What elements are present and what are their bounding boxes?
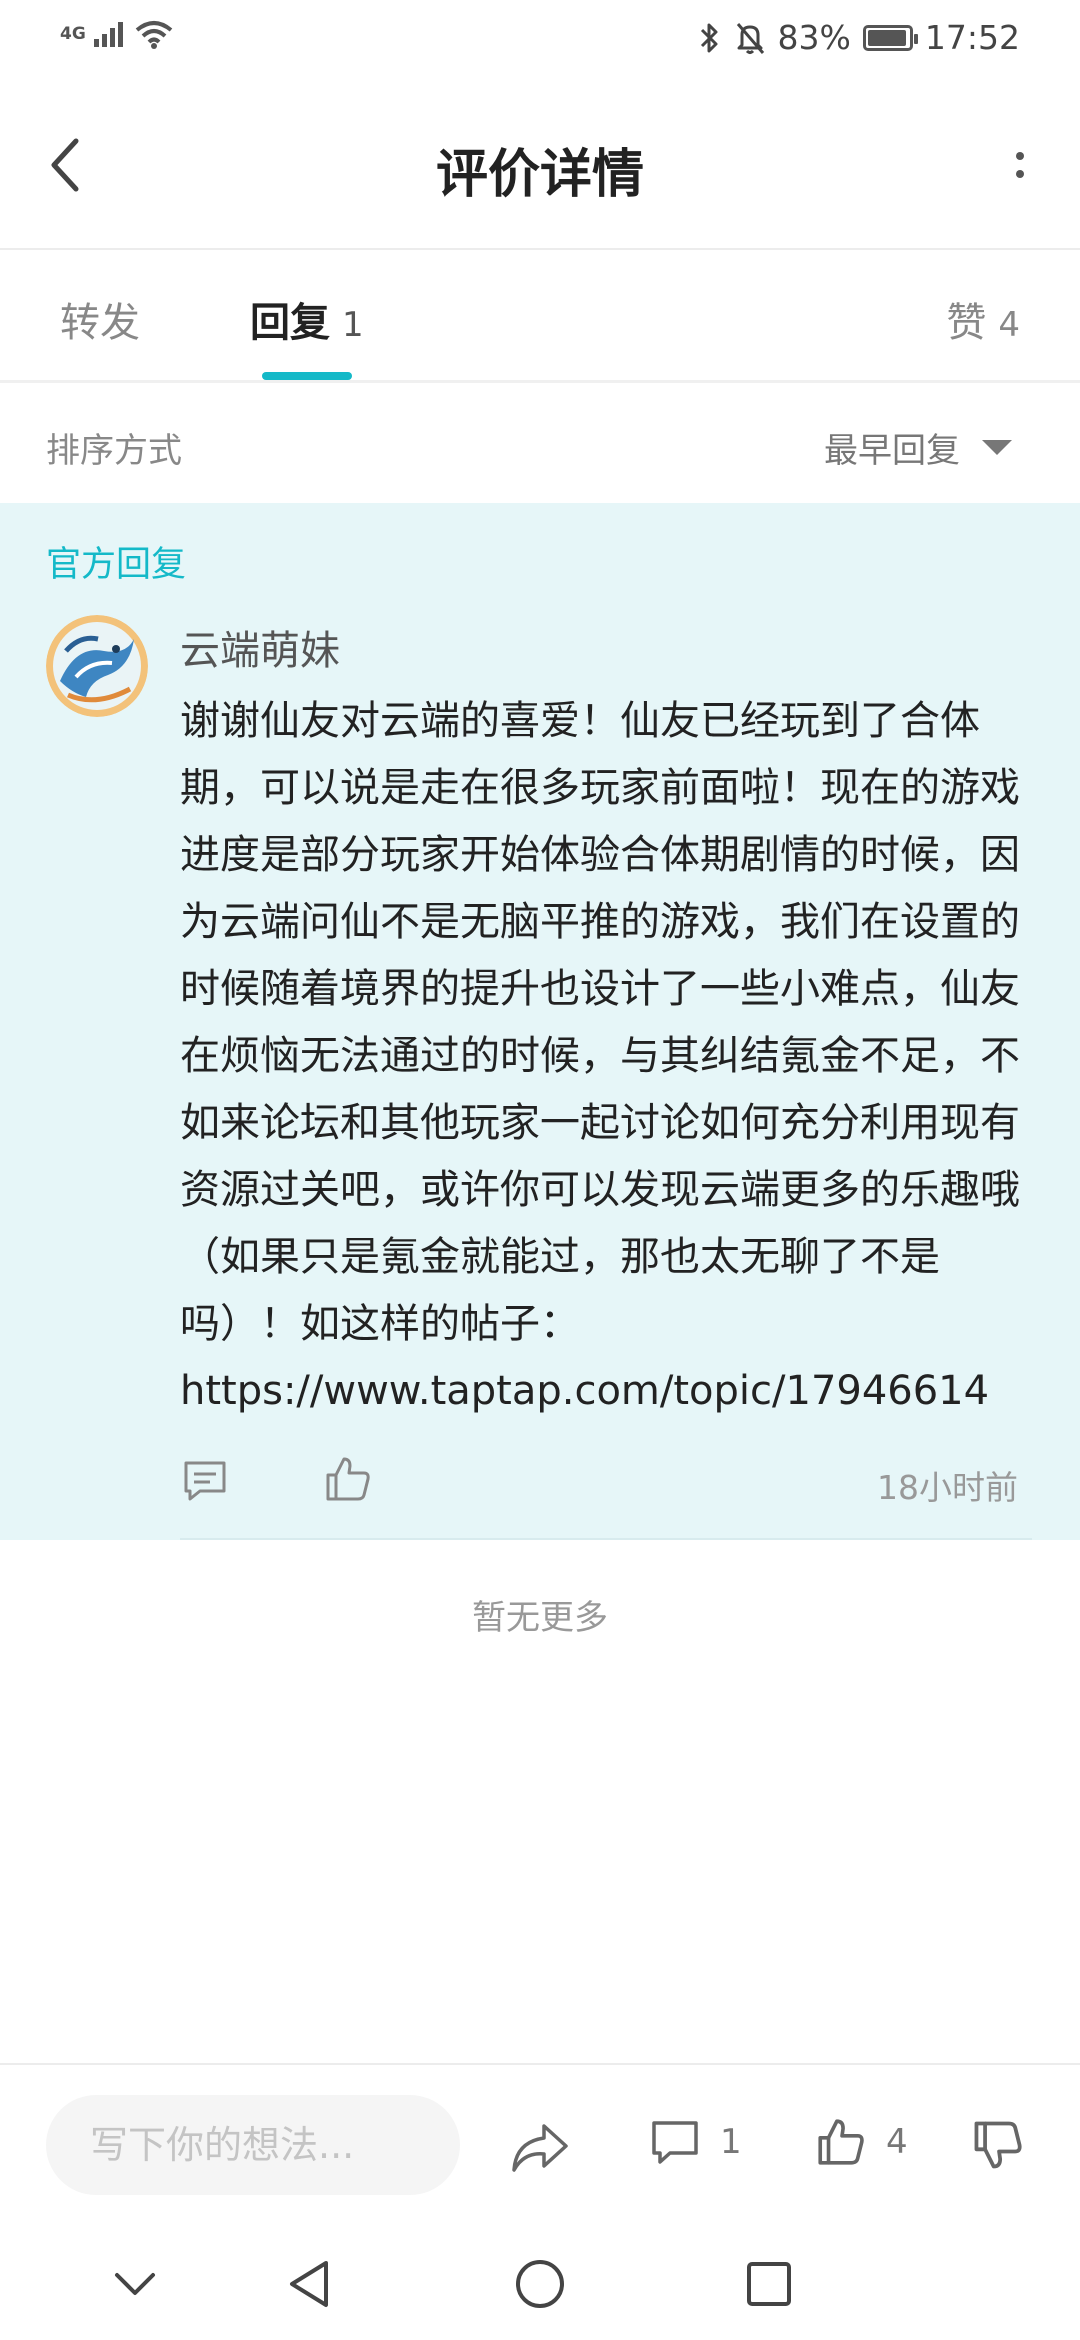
nav-back-button[interactable] <box>274 2249 344 2319</box>
reply-timestamp: 18小时前 <box>877 1468 1018 1507</box>
comment-input[interactable] <box>46 2095 460 2195</box>
chevron-down-icon <box>115 2273 155 2295</box>
status-bar-right: 83% 17:52 <box>698 18 1020 57</box>
reply-like-button[interactable] <box>322 1453 374 1505</box>
status-bar-left: 4G <box>60 18 174 50</box>
reply-content: 谢谢仙友对云端的喜爱！仙友已经玩到了合体期，可以说是走在很多玩家前面啦！现在的游… <box>180 688 1032 1425</box>
sort-row: 排序方式 最早回复 <box>0 383 1080 501</box>
mute-bell-icon <box>736 22 764 54</box>
tab-likes-count: 4 <box>998 305 1020 345</box>
tab-forward[interactable]: 转发 <box>60 290 140 348</box>
tab-replies[interactable]: 回复 1 <box>250 290 364 348</box>
nav-recents-button[interactable] <box>734 2249 804 2319</box>
app-header: 评价详情 <box>0 80 1080 250</box>
comments-button[interactable]: 1 <box>648 2115 742 2169</box>
nav-home-button[interactable] <box>505 2249 575 2319</box>
more-options-button[interactable] <box>990 130 1050 200</box>
official-reply-card: 官方回复 云端萌妹 谢谢仙友对云端的喜爱！仙友已经玩到了合体期，可以说是走在很多… <box>0 503 1080 1540</box>
active-tab-indicator <box>262 372 352 380</box>
nav-back-icon <box>290 2261 328 2307</box>
reply-divider <box>180 1538 1032 1540</box>
official-reply-label: 官方回复 <box>46 545 187 585</box>
comment-icon <box>652 2121 698 2164</box>
status-bar: 4G 83% 17:52 <box>0 0 1080 80</box>
reply-link[interactable]: https://www.taptap.com/topic/17946614 <box>180 1358 1032 1425</box>
bottom-action-bar: 1 4 <box>0 2063 1080 2227</box>
reply-comment-button[interactable] <box>180 1455 230 1505</box>
network-type: 4G <box>60 23 86 44</box>
comments-count: 1 <box>720 2122 742 2162</box>
nav-home-icon <box>516 2260 564 2308</box>
clock: 17:52 <box>924 18 1020 57</box>
nav-hide-button[interactable] <box>100 2249 170 2319</box>
likes-count: 4 <box>886 2122 908 2162</box>
share-icon <box>512 2124 568 2172</box>
more-vertical-icon <box>1016 152 1024 160</box>
like-button[interactable]: 4 <box>814 2115 908 2169</box>
sort-dropdown[interactable]: 最早回复 <box>824 423 1012 472</box>
tab-likes-label: 赞 <box>946 300 987 346</box>
dislike-button[interactable] <box>970 2117 1026 2173</box>
thumbs-down-icon <box>974 2121 1022 2169</box>
list-end-text: 暂无更多 <box>472 1598 608 1638</box>
sort-dropdown-value: 最早回复 <box>824 431 960 471</box>
nav-recents-icon <box>747 2262 791 2306</box>
tab-forward-label: 转发 <box>60 300 140 346</box>
dropdown-caret-icon <box>982 440 1012 455</box>
tab-likes[interactable]: 赞 4 <box>946 290 1020 348</box>
reply-text: 谢谢仙友对云端的喜爱！仙友已经玩到了合体期，可以说是走在很多玩家前面啦！现在的游… <box>180 698 1020 1347</box>
system-nav-bar <box>0 2227 1080 2340</box>
thumbs-up-icon <box>818 2119 864 2165</box>
battery-percent: 83% <box>777 18 851 57</box>
wifi-icon <box>135 21 173 49</box>
comment-icon <box>184 1461 226 1501</box>
tab-replies-label: 回复 <box>250 300 330 346</box>
tab-replies-count: 1 <box>342 305 364 345</box>
tab-bar: 转发 回复 1 赞 4 <box>0 250 1080 383</box>
share-button[interactable] <box>510 2120 570 2176</box>
page-title: 评价详情 <box>435 145 644 205</box>
bluetooth-icon <box>700 23 718 52</box>
avatar[interactable] <box>46 615 148 717</box>
signal-icon <box>93 22 123 47</box>
thumbs-up-icon <box>326 1457 370 1501</box>
sort-label: 排序方式 <box>46 431 182 471</box>
reply-author-name[interactable]: 云端萌妹 <box>180 618 340 676</box>
battery-icon <box>862 24 918 51</box>
